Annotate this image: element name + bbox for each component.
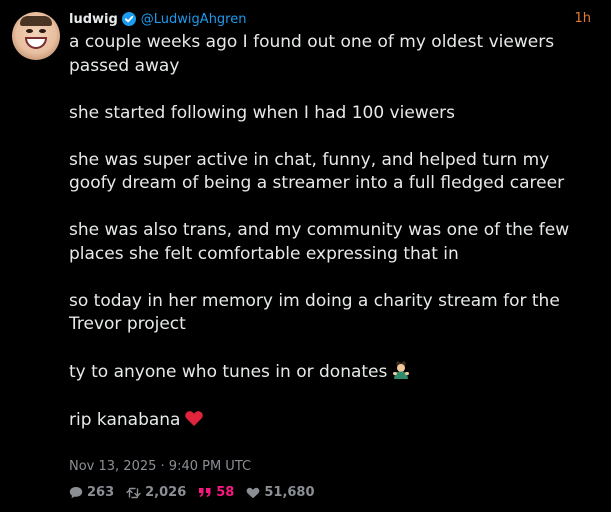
post-header: ludwig @LudwigAhgren 1h (69, 10, 591, 28)
author-name[interactable]: ludwig (69, 12, 118, 27)
post-timestamp[interactable]: Nov 13, 2025 · 9:40 PM UTC (69, 459, 251, 474)
avatar-eye-right (39, 29, 46, 33)
quote-icon (199, 488, 211, 497)
post-paragraph: a couple weeks ago I found out one of my… (69, 32, 555, 76)
author-avatar[interactable] (12, 12, 60, 60)
post-paragraph: she started following when I had 100 vie… (69, 102, 455, 123)
like-count: 51,680 (264, 485, 315, 500)
relative-time[interactable]: 1h (574, 10, 591, 28)
post-body: a couple weeks ago I found out one of my… (69, 31, 597, 433)
man-gesturing-emoji-icon (391, 360, 411, 380)
avatar-eye-left (26, 29, 33, 33)
verified-badge-icon (121, 12, 136, 26)
reply-stat[interactable]: 263 (69, 485, 114, 500)
post-paragraph-text: rip kanabana (69, 410, 181, 430)
post-paragraph: so today in her memory im doing a charit… (69, 290, 560, 335)
quote-count: 58 (216, 485, 235, 500)
post-paragraph: she was also trans, and my community was… (69, 220, 570, 264)
post-paragraph-text: ty to anyone who tunes in or donates (69, 362, 388, 382)
comment-icon (69, 487, 83, 499)
post-paragraph: she was super active in chat, funny, and… (69, 149, 565, 194)
post-paragraph-with-emoji: ty to anyone who tunes in or donates (69, 360, 597, 385)
post-card: ludwig @LudwigAhgren 1h a couple weeks a… (0, 0, 611, 512)
repost-icon (126, 487, 141, 498)
author-handle[interactable]: @LudwigAhgren (141, 12, 247, 27)
avatar-mouth (25, 37, 47, 49)
post-paragraph-with-emoji: rip kanabana (69, 408, 597, 433)
quote-stat[interactable]: 58 (198, 485, 234, 500)
heart-icon (246, 487, 260, 498)
avatar-hair (20, 16, 52, 26)
post-stats: 263 2,026 58 51,680 (69, 485, 327, 500)
repost-stat[interactable]: 2,026 (126, 485, 186, 500)
red-heart-emoji-icon (184, 408, 204, 428)
like-stat[interactable]: 51,680 (246, 485, 315, 500)
reply-count: 263 (87, 485, 115, 500)
repost-count: 2,026 (145, 485, 187, 500)
